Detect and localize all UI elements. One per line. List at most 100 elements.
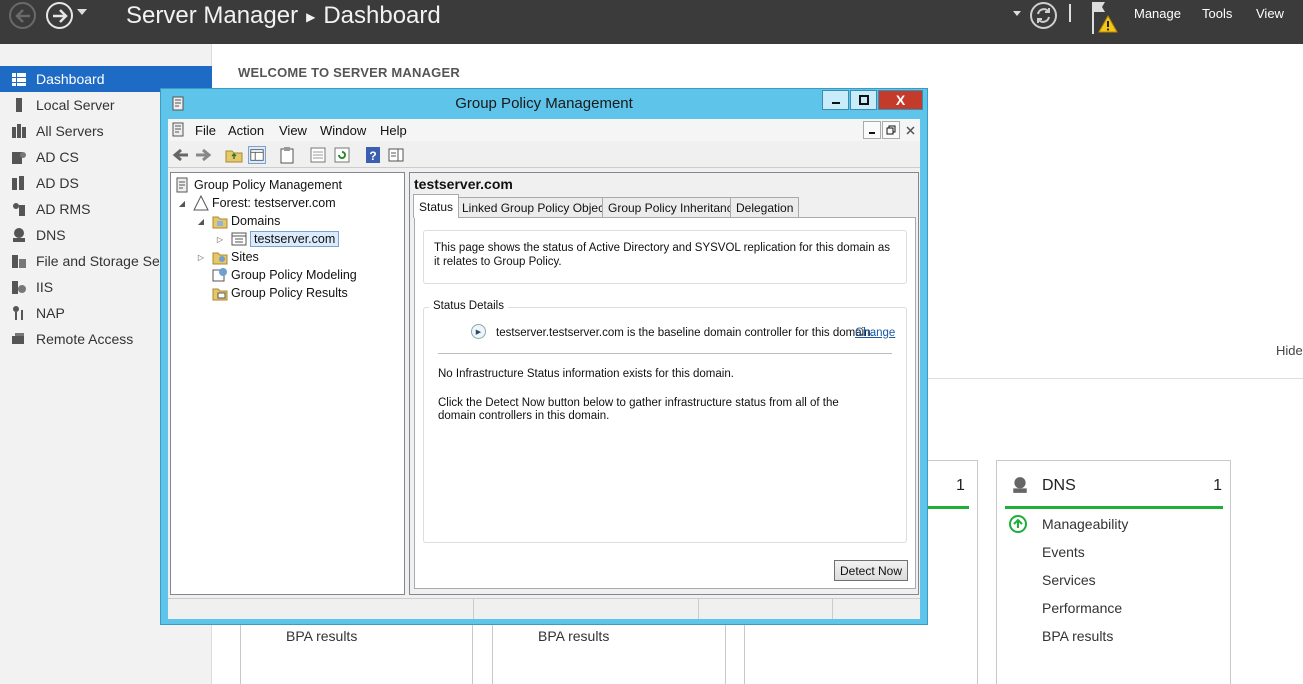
refresh-button[interactable] (1030, 2, 1057, 29)
restore-icon (886, 125, 896, 135)
separator (1069, 4, 1071, 22)
file-storage-icon (12, 255, 26, 268)
details-pane: testserver.com Status Linked Group Polic… (409, 172, 919, 595)
tree-label: Group Policy Modeling (231, 268, 357, 282)
menu-help[interactable]: Help (380, 123, 407, 138)
tree-label: Forest: testserver.com (212, 196, 336, 210)
dns-tile-manageability[interactable]: Manageability (1042, 516, 1128, 532)
tab-status[interactable]: Status (413, 194, 460, 218)
ad-cs-icon (12, 152, 26, 164)
menu-window[interactable]: Window (320, 123, 366, 138)
tree-node-sites[interactable]: ▷ Sites (196, 248, 259, 266)
dashboard-icon (12, 73, 26, 86)
menu-view[interactable]: View (1256, 6, 1284, 21)
mdi-minimize-button[interactable] (863, 121, 881, 139)
dns-icon (1013, 477, 1027, 493)
forward-button[interactable] (46, 2, 73, 29)
gpmc-window-title: Group Policy Management (455, 95, 633, 112)
maximize-button[interactable] (850, 90, 877, 110)
tile-count: 1 (956, 477, 965, 494)
gpmc-titlebar[interactable]: Group Policy Management X (161, 89, 927, 119)
menu-view[interactable]: View (279, 123, 307, 138)
help-icon[interactable]: ? (364, 146, 382, 164)
status-details-group: Status Details ▶ testserver.testserver.c… (423, 300, 907, 543)
dns-tile[interactable]: DNS 1 Manageability Events Services Perf… (996, 460, 1231, 684)
menu-bar: File Action View Window Help (168, 119, 920, 141)
detect-now-button[interactable]: Detect Now (834, 560, 908, 581)
up-folder-icon[interactable] (225, 146, 243, 164)
servers-icon (12, 124, 26, 138)
back-button[interactable] (9, 2, 36, 29)
dns-tile-services[interactable]: Services (1042, 572, 1096, 588)
back-arrow-icon[interactable] (172, 146, 190, 164)
minimize-icon (869, 132, 875, 134)
tree-node-gpm-root[interactable]: Group Policy Management (175, 176, 342, 194)
forest-icon (193, 195, 209, 211)
expand-icon[interactable]: ▷ (215, 235, 225, 244)
tree-node-gp-modeling[interactable]: Group Policy Modeling (212, 266, 357, 284)
refresh-dropdown[interactable] (1013, 11, 1021, 16)
tree-label: Group Policy Management (194, 178, 342, 192)
sidebar-item-label: Local Server (36, 97, 115, 113)
hide-link[interactable]: Hide (1276, 343, 1303, 358)
breadcrumb-arrow-icon: ▶ (306, 9, 316, 24)
dns-tile-bpa-results[interactable]: BPA results (1042, 628, 1113, 644)
bpa-results-link[interactable]: BPA results (538, 628, 609, 644)
iis-icon (12, 281, 26, 294)
role-tile-bottom[interactable]: BPA results (240, 622, 473, 684)
properties-icon[interactable] (309, 146, 327, 164)
gpmc-doc-icon[interactable] (172, 122, 186, 138)
refresh-icon[interactable] (333, 146, 351, 164)
menu-tools[interactable]: Tools (1202, 6, 1232, 21)
tree-node-domain[interactable]: ▷ testserver.com (215, 230, 340, 248)
menu-file[interactable]: File (195, 123, 216, 138)
tab-gp-inheritance[interactable]: Group Policy Inheritance (602, 197, 746, 217)
baseline-dc-text: testserver.testserver.com is the baselin… (496, 327, 874, 339)
dns-tile-title[interactable]: DNS (1042, 477, 1076, 495)
server-manager-header: Server Manager ▶ Dashboard Manage Tools Vi… (0, 0, 1303, 44)
role-tile-bottom[interactable]: BPA results (492, 622, 726, 684)
ad-ds-icon (12, 176, 24, 190)
history-dropdown[interactable] (77, 9, 87, 15)
forward-arrow-icon[interactable] (194, 146, 212, 164)
detect-instructions: Click the Detect Now button below to gat… (438, 397, 839, 422)
collapse-icon[interactable]: ◢ (177, 199, 187, 208)
dns-tile-events[interactable]: Events (1042, 544, 1085, 560)
nap-icon (13, 306, 23, 320)
show-hide-console-tree-icon[interactable] (248, 146, 266, 164)
ad-rms-icon (13, 203, 25, 216)
tree-node-forest[interactable]: ◢ Forest: testserver.com (177, 194, 336, 212)
status-details-label: Status Details (429, 300, 508, 312)
sidebar-item-label: AD DS (36, 175, 79, 191)
menu-manage[interactable]: Manage (1134, 6, 1181, 21)
welcome-heading: WELCOME TO SERVER MANAGER (238, 65, 460, 80)
tree-node-gp-results[interactable]: Group Policy Results (212, 284, 348, 302)
mdi-restore-button[interactable] (882, 121, 900, 139)
breadcrumb: Server Manager ▶ Dashboard (126, 2, 441, 30)
status-bar-cell (698, 599, 832, 619)
dns-tile-performance[interactable]: Performance (1042, 600, 1122, 616)
svg-text:?: ? (369, 149, 376, 163)
close-button[interactable]: X (878, 90, 923, 110)
sidebar-item-label: DNS (36, 227, 66, 243)
minimize-button[interactable] (822, 90, 849, 110)
bpa-results-link[interactable]: BPA results (286, 628, 357, 644)
tree-node-domains[interactable]: ◢ Domains (196, 212, 280, 230)
change-link[interactable]: Change (855, 327, 895, 339)
gp-results-icon (212, 288, 228, 301)
sidebar-item-label: IIS (36, 279, 54, 295)
clipboard-icon[interactable] (278, 146, 296, 164)
separator (438, 353, 892, 354)
menu-action[interactable]: Action (228, 123, 264, 138)
expand-icon[interactable]: ▷ (196, 253, 206, 262)
mdi-close-button[interactable] (901, 121, 919, 139)
role-tile-bottom[interactable] (744, 622, 978, 684)
tab-linked-gpos[interactable]: Linked Group Policy Objects (456, 197, 620, 217)
show-action-pane-icon[interactable] (387, 146, 405, 164)
sidebar-item-label: AD RMS (36, 201, 91, 217)
close-icon (905, 125, 915, 135)
collapse-icon[interactable]: ◢ (196, 217, 206, 226)
notifications-flag-icon[interactable] (1090, 0, 1120, 34)
tab-delegation[interactable]: Delegation (730, 197, 800, 217)
tree-label: Domains (231, 214, 281, 228)
